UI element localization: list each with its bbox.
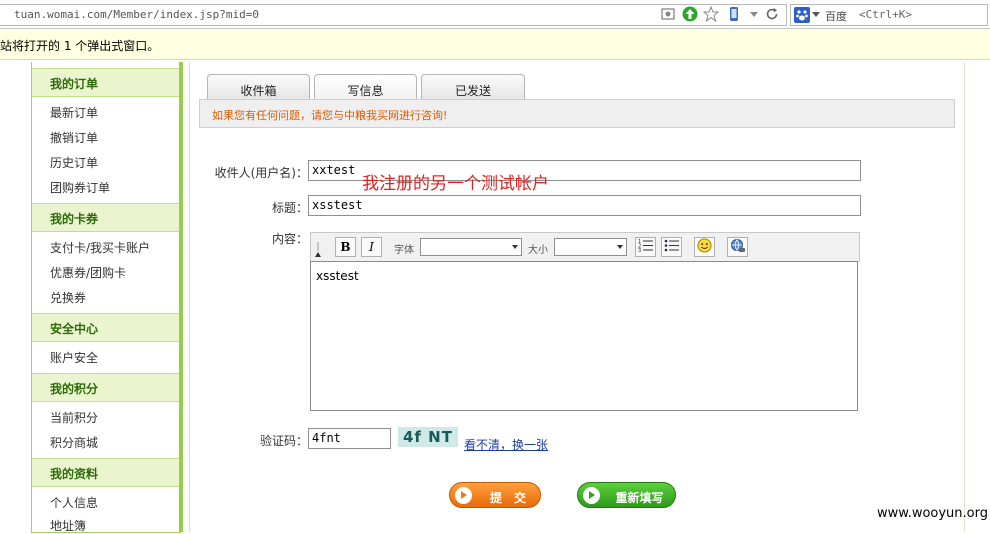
italic-button[interactable]: I: [361, 237, 382, 257]
sidebar-item-address-book[interactable]: 地址簿: [50, 517, 86, 534]
content-label: 内容：: [271, 232, 308, 246]
info-message-text: 如果您有任何问题，请您与中粮我买网进行咨询!: [212, 109, 448, 122]
section-title: 我的资料: [50, 467, 99, 481]
tab-label: 收件箱: [240, 84, 277, 98]
url-text: tuan.womai.com/Member/index.jsp?mid=0: [14, 8, 260, 21]
sidebar-section-profile: 我的资料: [32, 458, 180, 487]
globe-link-icon: [730, 239, 745, 252]
sidebar-section-security: 安全中心: [32, 313, 180, 342]
captcha-input[interactable]: 4fnt: [308, 428, 391, 449]
popup-notice-bar[interactable]: 站将打开的 1 个弹出式窗口。: [0, 29, 990, 60]
search-engine-name: 百度: [825, 10, 847, 23]
content-editor[interactable]: xsstest: [310, 261, 858, 411]
font-label: 字体: [394, 245, 414, 256]
tab-label: 写信息: [347, 84, 384, 98]
reset-label: 重新填写: [615, 491, 664, 505]
sidebar-item-coupons[interactable]: 优惠券/团购卡: [50, 264, 126, 281]
sidebar-item-latest-orders[interactable]: 最新订单: [50, 104, 98, 121]
size-label: 大小: [528, 245, 548, 256]
compat-view-icon[interactable]: [660, 6, 676, 22]
baidu-paw-icon: [794, 7, 810, 23]
section-title: 我的订单: [50, 77, 99, 91]
subject-input[interactable]: xsstest: [308, 195, 861, 216]
popup-notice-text: 站将打开的 1 个弹出式窗口。: [0, 39, 160, 53]
captcha-refresh-link[interactable]: 看不清，换一张: [464, 436, 548, 453]
bullet-list-icon: [664, 239, 679, 252]
smiley-icon: [697, 238, 712, 253]
play-arrow-icon: [583, 487, 600, 504]
sidebar-item-vouchers[interactable]: 兑换券: [50, 289, 86, 306]
font-select[interactable]: [420, 238, 522, 256]
browser-address-bar: tuan.womai.com/Member/index.jsp?mid=0 百度…: [0, 0, 990, 29]
svg-text:3: 3: [638, 248, 641, 252]
editor-toolbar: B I 字体 大小 123: [310, 232, 860, 262]
sidebar-item-account-security[interactable]: 账户安全: [50, 349, 98, 366]
annotation-text: 我注册的另一个测试帐户: [362, 174, 549, 194]
section-title: 我的卡券: [50, 212, 99, 226]
dropdown-arrow-icon[interactable]: [746, 6, 762, 22]
submit-label: 提 交: [489, 491, 526, 505]
tab-label: 已发送: [454, 84, 491, 98]
member-sidebar: 我的订单 最新订单 撤销订单 历史订单 团购券订单 我的卡券 支付卡/我买卡账户…: [31, 62, 181, 533]
chevron-down-icon: [617, 245, 623, 249]
sidebar-item-history-orders[interactable]: 历史订单: [50, 154, 98, 171]
sidebar-divider: [179, 62, 183, 532]
subject-label: 标题：: [271, 201, 308, 215]
play-arrow-icon: [455, 487, 472, 504]
insert-link-button[interactable]: [727, 237, 748, 257]
reset-button[interactable]: 重新填写: [577, 482, 676, 508]
captcha-label: 验证码：: [259, 434, 308, 448]
tab-inbox[interactable]: 收件箱: [207, 74, 310, 101]
mobile-icon[interactable]: [726, 6, 742, 22]
info-message-bar: 如果您有任何问题，请您与中粮我买网进行咨询!: [199, 99, 955, 128]
watermark: www.wooyun.org: [876, 506, 988, 521]
captcha-image[interactable]: 4f NT: [398, 427, 458, 447]
bold-button[interactable]: B: [335, 237, 356, 257]
sidebar-item-groupbuy-orders[interactable]: 团购券订单: [50, 179, 110, 196]
size-select[interactable]: [554, 238, 627, 256]
tab-compose[interactable]: 写信息: [314, 74, 417, 101]
section-title: 我的积分: [50, 382, 99, 396]
tab-sent[interactable]: 已发送: [421, 74, 525, 101]
sidebar-item-payment-card[interactable]: 支付卡/我买卡账户: [50, 239, 150, 256]
recipient-label: 收件人(用户名)：: [214, 166, 308, 180]
sidebar-item-cancelled-orders[interactable]: 撤销订单: [50, 129, 98, 146]
search-box[interactable]: 百度 <Ctrl+K>: [790, 4, 988, 26]
chevron-down-icon: [512, 245, 518, 249]
search-shortcut-hint: <Ctrl+K>: [859, 8, 912, 21]
unordered-list-button[interactable]: [661, 237, 682, 257]
sidebar-section-cards: 我的卡券: [32, 203, 180, 232]
toolbar-grip-icon: [315, 242, 321, 257]
emoticon-button[interactable]: [694, 237, 715, 257]
sidebar-section-orders: 我的订单: [32, 68, 180, 97]
ordered-list-button[interactable]: 123: [635, 237, 656, 257]
submit-button[interactable]: 提 交: [449, 482, 541, 508]
ordered-list-icon: 123: [638, 239, 653, 254]
sidebar-item-personal-info[interactable]: 个人信息: [50, 494, 98, 511]
sidebar-item-current-points[interactable]: 当前积分: [50, 409, 98, 426]
engine-dropdown-icon[interactable]: [812, 12, 820, 18]
section-title: 安全中心: [50, 322, 99, 336]
refresh-icon[interactable]: [764, 6, 780, 22]
bookmark-star-icon[interactable]: [703, 6, 719, 22]
sidebar-item-points-mall[interactable]: 积分商城: [50, 434, 98, 451]
go-arrow-icon[interactable]: [682, 6, 698, 22]
content-text: xsstest: [316, 269, 359, 283]
sidebar-section-points: 我的积分: [32, 373, 180, 402]
